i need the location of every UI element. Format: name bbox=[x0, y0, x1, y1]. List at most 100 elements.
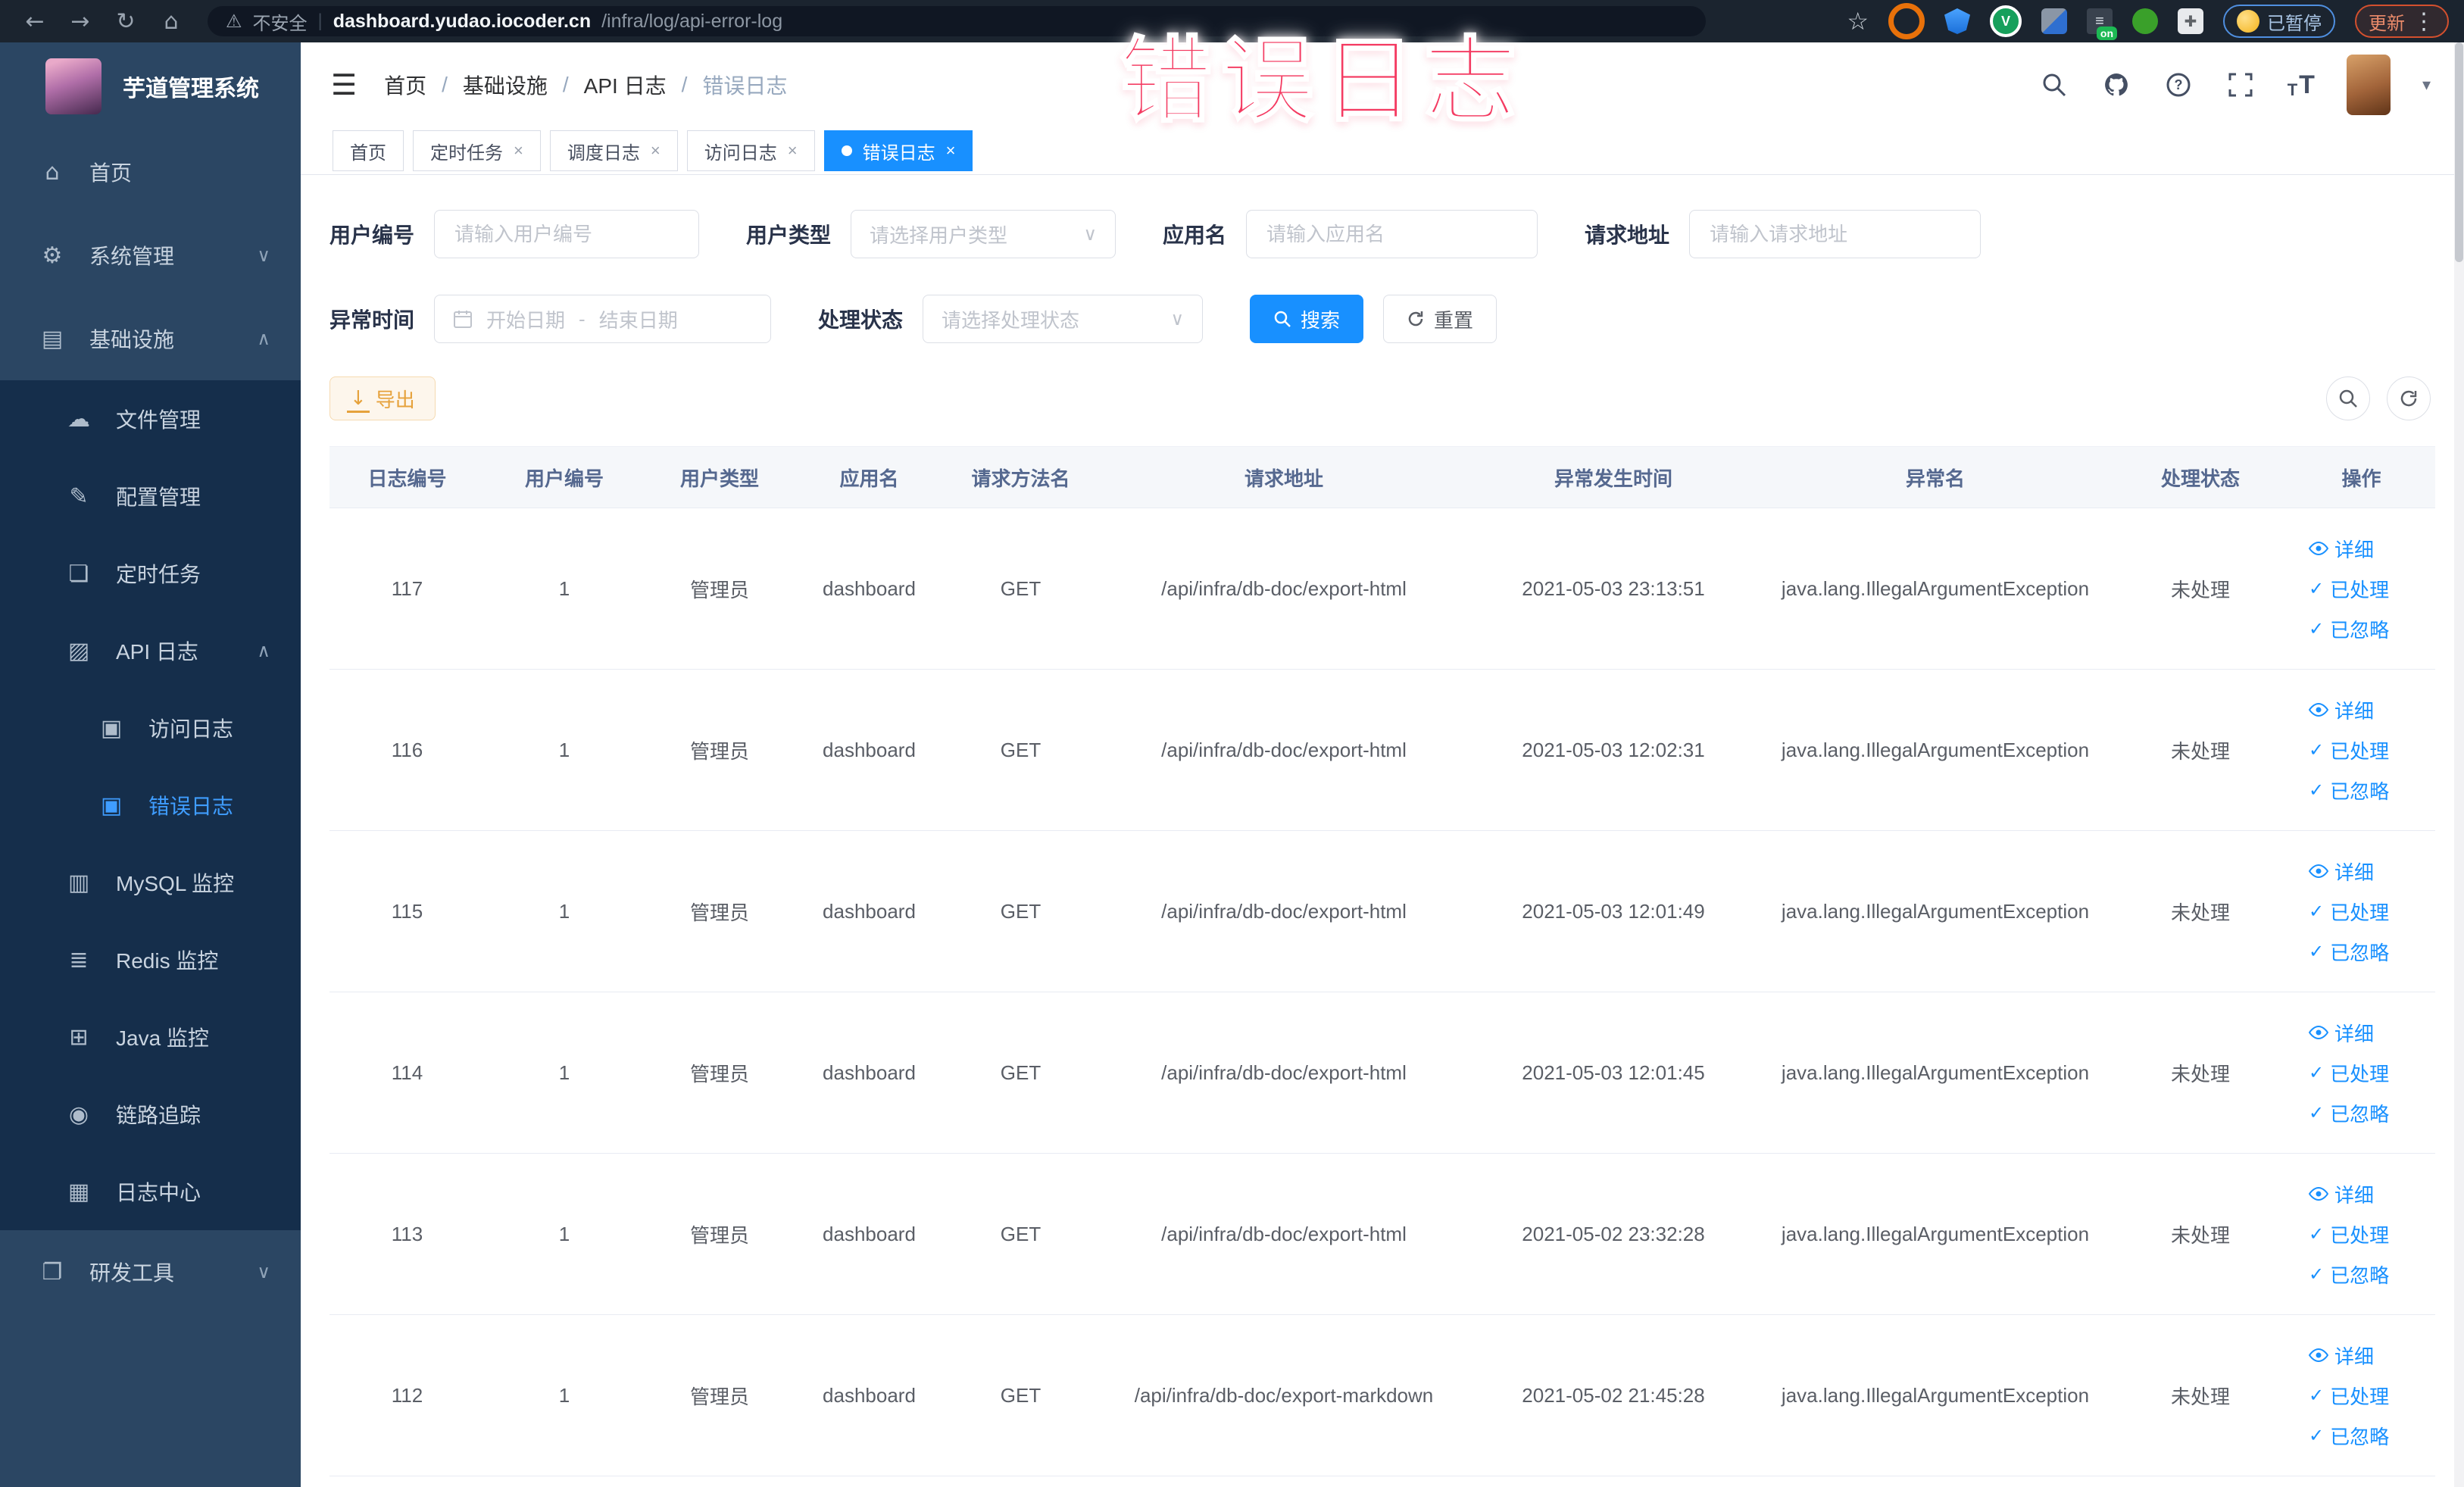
detail-link[interactable]: 详细 bbox=[2309, 1019, 2429, 1047]
breadcrumb-item[interactable]: 基础设施 bbox=[463, 70, 548, 100]
update-button[interactable]: 更新 ⋮ bbox=[2355, 5, 2449, 38]
sidebar-item-redis-monitor[interactable]: ≣ Redis 监控 bbox=[0, 921, 301, 998]
reload-icon[interactable]: ↻ bbox=[106, 8, 145, 35]
document-icon: ▣ bbox=[100, 792, 123, 819]
sidebar-item-infrastructure[interactable]: ▤ 基础设施 ∧ bbox=[0, 297, 301, 380]
mark-ignored-link[interactable]: ✓ 已忽略 bbox=[2309, 776, 2429, 804]
reset-button[interactable]: 重置 bbox=[1383, 295, 1497, 343]
col-log-id: 日志编号 bbox=[329, 446, 485, 508]
sidebar-item-home[interactable]: ⌂ 首页 bbox=[0, 130, 301, 214]
extension-v-icon[interactable]: V bbox=[1990, 5, 2022, 37]
process-status-label: 处理状态 bbox=[818, 308, 904, 332]
mark-ignored-link[interactable]: ✓ 已忽略 bbox=[2309, 1261, 2429, 1289]
tab-access-log[interactable]: 访问日志 × bbox=[686, 130, 815, 171]
mark-ignored-link[interactable]: ✓ 已忽略 bbox=[2309, 615, 2429, 643]
caret-down-icon[interactable]: ▾ bbox=[2422, 76, 2431, 95]
extensions-puzzle-icon[interactable]: ✚ bbox=[2178, 8, 2203, 34]
mark-processed-link[interactable]: ✓ 已处理 bbox=[2309, 575, 2429, 603]
detail-link[interactable]: 详细 bbox=[2309, 1342, 2429, 1370]
sidebar-item-error-log[interactable]: ▣ 错误日志 bbox=[0, 767, 301, 844]
sidebar-item-api-log[interactable]: ▨ API 日志 ∧ bbox=[0, 612, 301, 689]
github-icon[interactable] bbox=[2101, 70, 2131, 100]
tab-schedule-log[interactable]: 调度日志 × bbox=[549, 130, 678, 171]
toggle-search-button[interactable] bbox=[2326, 376, 2370, 420]
tab-error-log[interactable]: 错误日志 × bbox=[823, 130, 973, 171]
mark-ignored-link[interactable]: ✓ 已忽略 bbox=[2309, 1099, 2429, 1127]
sidebar-item-label: 首页 bbox=[89, 161, 133, 185]
check-icon: ✓ bbox=[2309, 1223, 2325, 1245]
search-button[interactable]: 搜索 bbox=[1250, 295, 1364, 343]
table-row: 116 1 管理员 dashboard GET/api/infra/db-doc/exp… bbox=[329, 669, 2435, 831]
mark-processed-link[interactable]: ✓ 已处理 bbox=[2309, 736, 2429, 764]
user-id-input[interactable] bbox=[453, 221, 681, 247]
mark-processed-link[interactable]: ✓ 已处理 bbox=[2309, 1220, 2429, 1248]
refresh-button[interactable] bbox=[2387, 376, 2431, 420]
sidebar-item-java-monitor[interactable]: ⊞ Java 监控 bbox=[0, 998, 301, 1076]
fullscreen-icon[interactable] bbox=[2225, 70, 2256, 100]
bookmark-star-icon[interactable]: ☆ bbox=[1847, 7, 1869, 36]
export-button[interactable]: ↓ 导出 bbox=[329, 376, 436, 420]
sidebar-item-log-center[interactable]: ▦ 日志中心 bbox=[0, 1153, 301, 1230]
process-status-select[interactable]: 请选择处理状态 ∨ bbox=[923, 295, 1204, 343]
profile-paused-pill[interactable]: 已暂停 bbox=[2223, 5, 2335, 38]
extension-icon[interactable] bbox=[1888, 3, 1925, 39]
font-size-icon[interactable]: TT bbox=[2288, 70, 2315, 100]
browser-menu-icon[interactable]: ⋮ bbox=[2412, 8, 2435, 35]
sidebar-item-file-mgmt[interactable]: ☁ 文件管理 bbox=[0, 380, 301, 458]
extension-shield-icon[interactable] bbox=[1944, 8, 1970, 34]
mark-processed-link[interactable]: ✓ 已处理 bbox=[2309, 1059, 2429, 1087]
hamburger-icon[interactable]: ☰ bbox=[331, 68, 357, 102]
tab-home[interactable]: 首页 bbox=[333, 130, 404, 171]
status-text: 未处理 bbox=[2113, 1153, 2288, 1315]
exception-time-range-picker[interactable]: 开始日期 - 结束日期 bbox=[434, 295, 772, 343]
breadcrumb-item[interactable]: 首页 bbox=[384, 70, 426, 100]
sidebar-item-access-log[interactable]: ▣ 访问日志 bbox=[0, 689, 301, 767]
sidebar-item-system-mgmt[interactable]: ⚙ 系统管理 ∨ bbox=[0, 214, 301, 297]
mark-processed-link[interactable]: ✓ 已处理 bbox=[2309, 1382, 2429, 1410]
mark-ignored-link[interactable]: ✓ 已忽略 bbox=[2309, 938, 2429, 966]
check-icon: ✓ bbox=[2309, 779, 2325, 801]
mark-processed-link[interactable]: ✓ 已处理 bbox=[2309, 898, 2429, 926]
extension-grid-icon[interactable] bbox=[2041, 8, 2067, 34]
extension-leaf-icon[interactable] bbox=[2132, 8, 2158, 34]
sidebar-item-config-mgmt[interactable]: ✎ 配置管理 bbox=[0, 458, 301, 535]
request-url-input[interactable] bbox=[1708, 221, 1963, 247]
breadcrumb-separator: / bbox=[681, 73, 688, 96]
home-icon[interactable]: ⌂ bbox=[151, 8, 191, 35]
scrollbar-thumb[interactable] bbox=[2455, 42, 2463, 262]
close-icon[interactable]: × bbox=[788, 141, 798, 161]
help-icon[interactable]: ? bbox=[2163, 70, 2194, 100]
log-center-icon: ▦ bbox=[67, 1178, 90, 1205]
tab-cron-jobs[interactable]: 定时任务 × bbox=[413, 130, 541, 171]
close-icon[interactable]: × bbox=[651, 141, 661, 161]
search-icon[interactable] bbox=[2039, 70, 2069, 100]
close-icon[interactable]: × bbox=[946, 141, 956, 161]
close-icon[interactable]: × bbox=[514, 141, 523, 161]
back-icon[interactable]: ← bbox=[15, 8, 55, 35]
sidebar-item-tracing[interactable]: ◉ 链路追踪 bbox=[0, 1076, 301, 1153]
chevron-down-icon: ∨ bbox=[257, 1261, 270, 1282]
detail-link[interactable]: 详细 bbox=[2309, 1180, 2429, 1208]
active-dot bbox=[841, 145, 852, 156]
user-avatar[interactable] bbox=[2346, 55, 2391, 115]
detail-link[interactable]: 详细 bbox=[2309, 535, 2429, 563]
detail-link[interactable]: 详细 bbox=[2309, 858, 2429, 886]
not-secure-label[interactable]: 不安全 bbox=[253, 8, 308, 35]
sidebar-item-dev-tools[interactable]: ❐ 研发工具 ∨ bbox=[0, 1230, 301, 1314]
app-name-input[interactable] bbox=[1265, 221, 1519, 247]
extension-switch-icon[interactable]: ≡ on bbox=[2087, 8, 2117, 40]
sidebar-item-cron-jobs[interactable]: ❏ 定时任务 bbox=[0, 535, 301, 612]
sidebar-item-mysql-monitor[interactable]: ▥ MySQL 监控 bbox=[0, 844, 301, 921]
gear-icon: ⚙ bbox=[42, 242, 63, 269]
forward-icon[interactable]: → bbox=[61, 8, 100, 35]
page: ← → ↻ ⌂ ⚠ 不安全 | dashboard.yudao.iocoder.… bbox=[0, 0, 2464, 1487]
user-type-select[interactable]: 请选择用户类型 ∨ bbox=[851, 210, 1116, 258]
refresh-icon bbox=[1408, 311, 1423, 326]
sidebar-item-label: API 日志 bbox=[116, 640, 198, 664]
chevron-up-icon: ∧ bbox=[257, 640, 270, 661]
scrollbar[interactable] bbox=[2454, 42, 2464, 1487]
breadcrumb-item[interactable]: API 日志 bbox=[584, 70, 667, 100]
app-logo-row[interactable]: 芋道管理系统 bbox=[0, 42, 301, 130]
detail-link[interactable]: 详细 bbox=[2309, 696, 2429, 724]
mark-ignored-link[interactable]: ✓ 已忽略 bbox=[2309, 1422, 2429, 1450]
